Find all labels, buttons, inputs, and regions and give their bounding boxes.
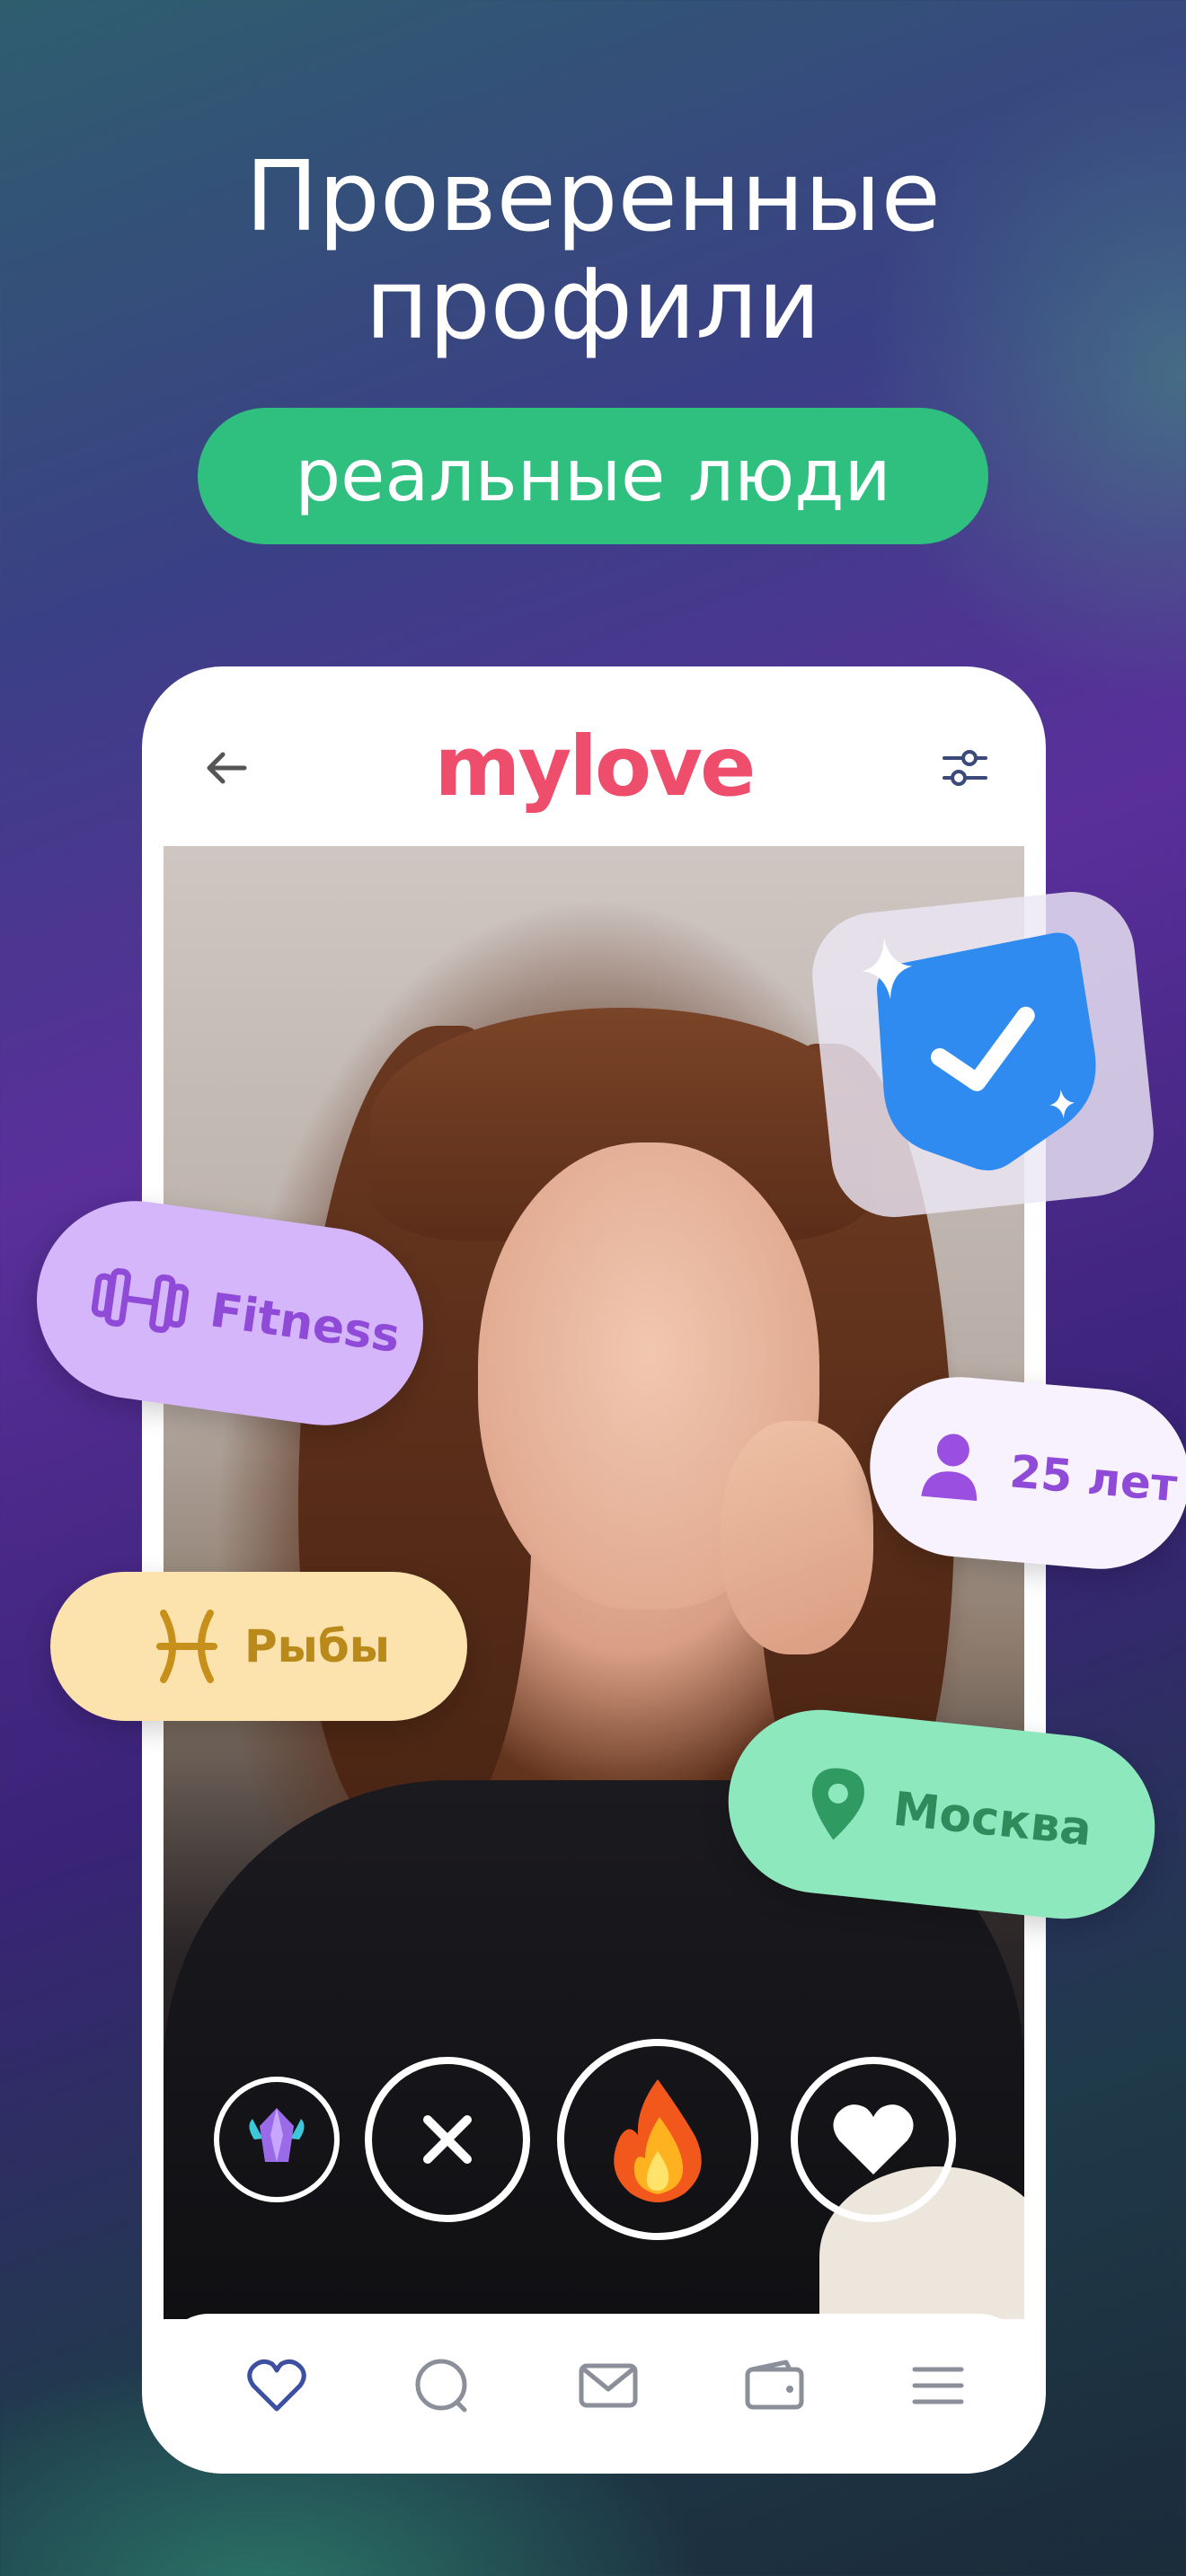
pisces-icon: [156, 1610, 217, 1683]
nav-search[interactable]: [406, 2350, 478, 2422]
dislike-button[interactable]: [365, 2057, 530, 2222]
app-logo: mylove: [434, 719, 757, 815]
like-button[interactable]: [791, 2057, 956, 2222]
city-label: Москва: [890, 1782, 1094, 1857]
menu-icon: [912, 2367, 964, 2404]
headline-line-1: Проверенные: [245, 141, 941, 253]
location-pin-icon: [811, 1768, 864, 1840]
mail-icon: [579, 2363, 638, 2408]
superlike-button[interactable]: [557, 2039, 758, 2240]
verified-shield-icon: [862, 932, 1096, 1171]
zodiac-badge: Рыбы: [50, 1572, 467, 1721]
nav-wallet[interactable]: [739, 2350, 810, 2422]
close-icon: [423, 2115, 472, 2164]
wallet-icon: [745, 2360, 804, 2410]
dumbbell-icon: [91, 1267, 190, 1333]
age-label: 25 лет: [1007, 1445, 1180, 1513]
headline-line-2: профили: [365, 249, 821, 361]
bottom-nav: [164, 2314, 1024, 2474]
sliders-icon: [943, 750, 987, 786]
gem-icon: [249, 2108, 305, 2162]
interest-label: Fitness: [207, 1284, 403, 1364]
nav-messages[interactable]: [572, 2350, 644, 2422]
nav-menu[interactable]: [902, 2350, 974, 2422]
heart-outline-icon: [247, 2359, 306, 2412]
boost-button[interactable]: [214, 2077, 340, 2202]
nav-likes[interactable]: [241, 2350, 313, 2422]
search-icon: [415, 2359, 467, 2413]
app-top-bar: mylove: [142, 666, 1046, 846]
zodiac-label: Рыбы: [244, 1620, 390, 1672]
heart-icon: [833, 2104, 914, 2175]
filters-button[interactable]: [934, 737, 996, 799]
headline: Проверенные профили: [0, 144, 1186, 359]
fire-icon: [614, 2079, 702, 2202]
user-icon: [921, 1434, 978, 1501]
verified-card: [806, 886, 1160, 1223]
tagline-pill: реальные люди: [198, 408, 988, 544]
